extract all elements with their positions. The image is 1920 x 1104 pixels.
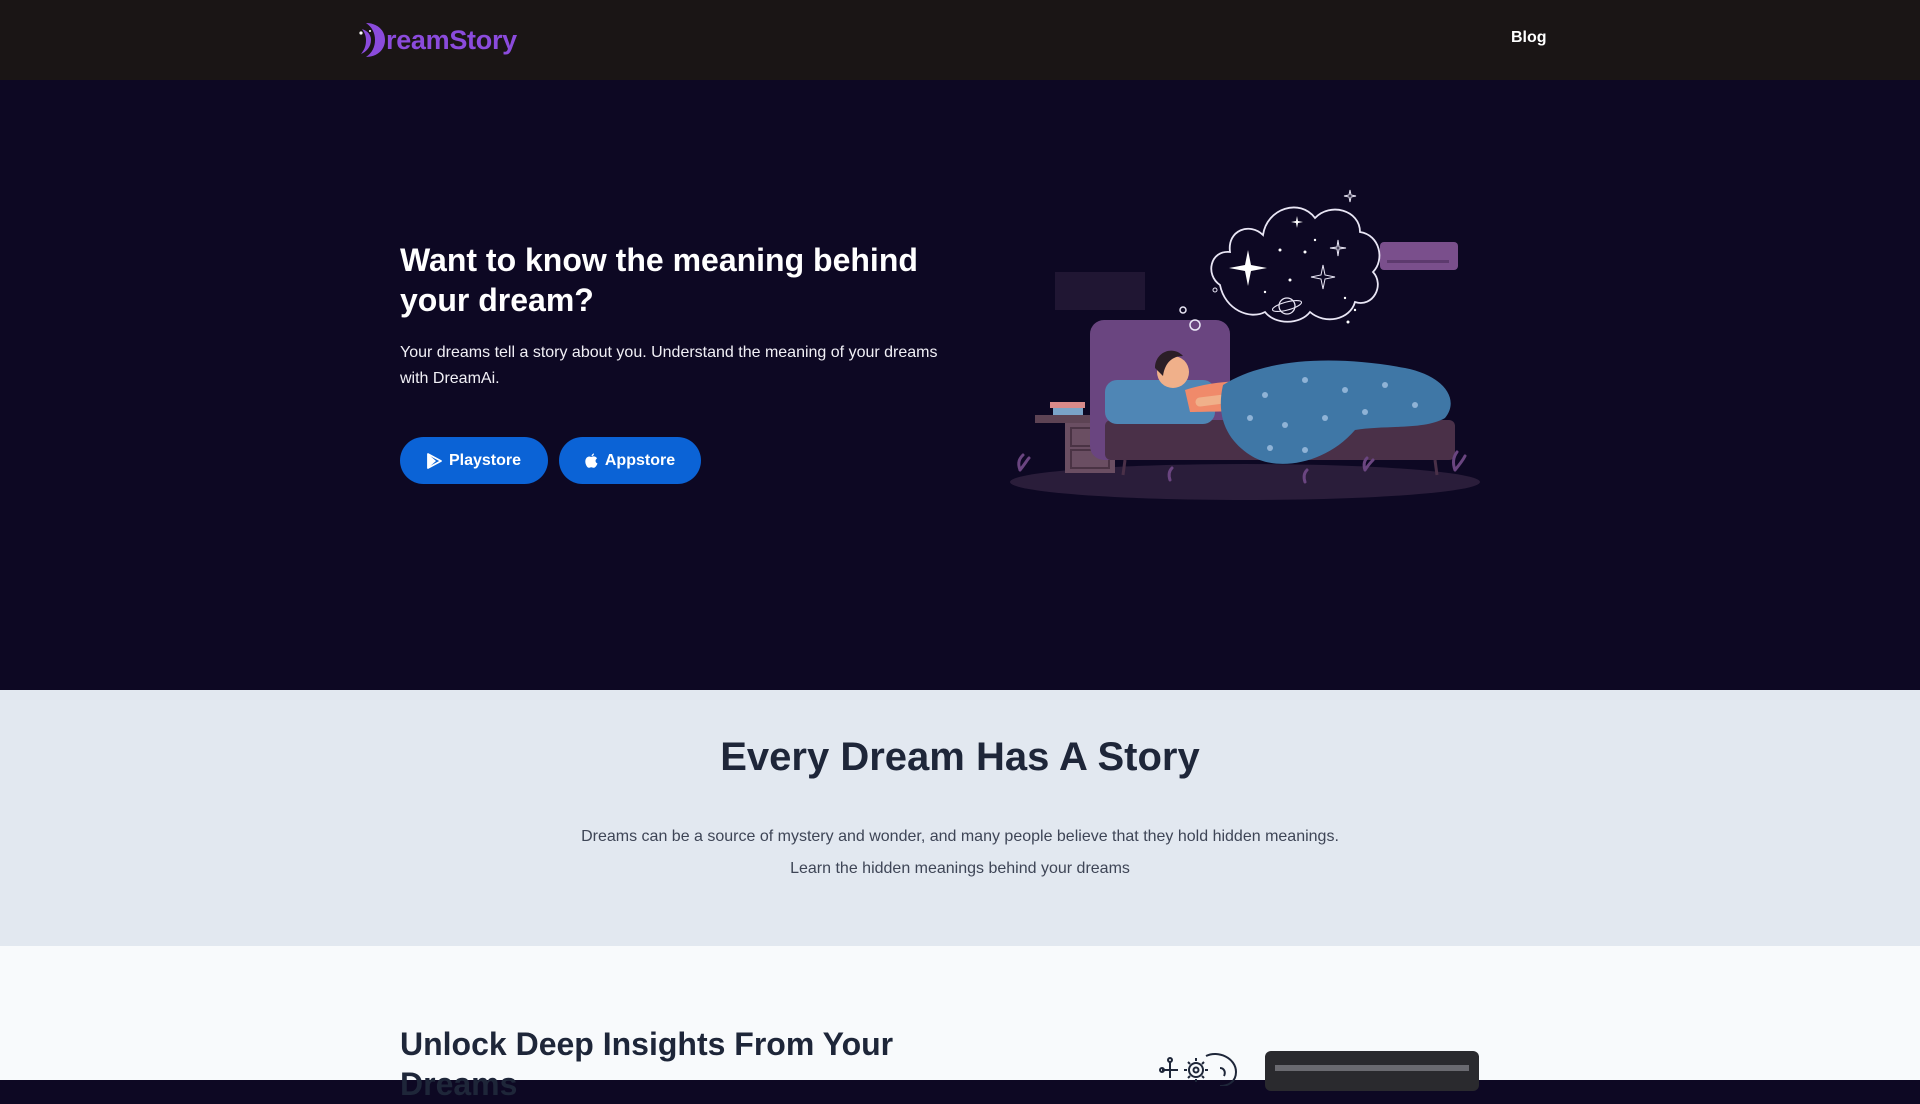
every-dream-title: Every Dream Has A Story bbox=[720, 735, 1200, 779]
brain-gear-illustration bbox=[1158, 1046, 1244, 1087]
sleeping-dreamer-illustration bbox=[1005, 180, 1485, 500]
appstore-button-label: Appstore bbox=[604, 451, 676, 469]
preview-card bbox=[1265, 1051, 1479, 1091]
hero-subtitle: Your dreams tell a story about you. Unde… bbox=[400, 344, 938, 387]
play-triangle-icon bbox=[427, 452, 442, 469]
nav-link-blog[interactable]: Blog bbox=[1511, 29, 1547, 47]
insights-section: Unlock Deep Insights From Your Dreams bbox=[0, 946, 1920, 1102]
playstore-button[interactable]: Playstore bbox=[400, 437, 548, 484]
moon-logo-icon bbox=[358, 21, 386, 59]
every-dream-section: Every Dream Has A Story Dreams can be a … bbox=[0, 690, 1920, 946]
apple-icon bbox=[585, 453, 598, 468]
preview-card-bar bbox=[1275, 1065, 1469, 1071]
brand-logo-text: reamStory bbox=[386, 24, 517, 55]
appstore-button[interactable]: Appstore bbox=[559, 437, 701, 484]
every-dream-paragraph-2: Learn the hidden meanings behind your dr… bbox=[790, 860, 1130, 877]
insights-title: Unlock Deep Insights From Your Dreams bbox=[400, 1026, 894, 1102]
every-dream-paragraph-1: Dreams can be a source of mystery and wo… bbox=[581, 828, 1339, 845]
hero-title: Want to know the meaning behind your dre… bbox=[400, 242, 918, 318]
top-navbar: reamStory Blog bbox=[0, 0, 1920, 80]
brand-logo[interactable]: reamStory bbox=[358, 20, 517, 60]
hero-section: Want to know the meaning behind your dre… bbox=[0, 80, 1920, 690]
playstore-button-label: Playstore bbox=[448, 451, 522, 469]
